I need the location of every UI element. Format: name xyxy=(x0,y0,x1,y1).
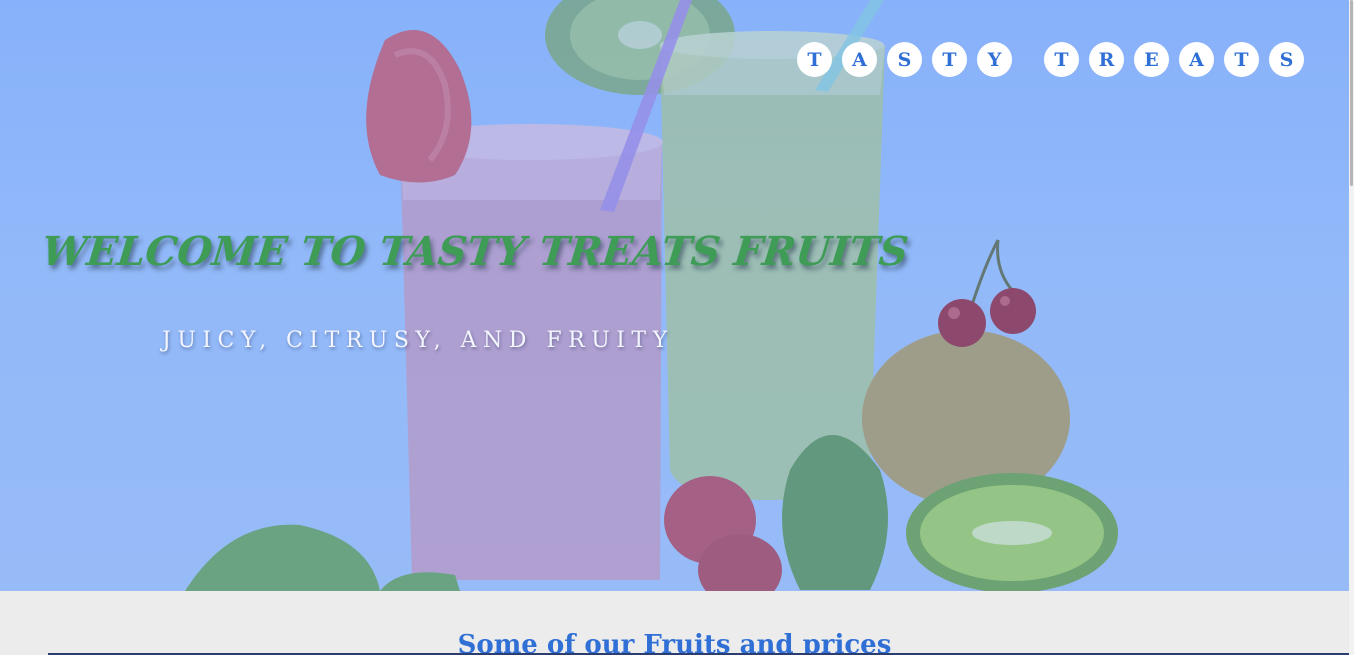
logo-letter: E xyxy=(1134,42,1169,77)
site-logo[interactable]: T A S T Y T R E A T S xyxy=(797,42,1304,77)
logo-letter: T xyxy=(932,42,967,77)
logo-letter: T xyxy=(797,42,832,77)
logo-letter: T xyxy=(1044,42,1079,77)
logo-letter: R xyxy=(1089,42,1124,77)
logo-word-gap xyxy=(1022,42,1034,77)
hero-tagline: JUICY, CITRUSY, AND FRUITY xyxy=(162,328,674,353)
scrollbar-thumb[interactable] xyxy=(1350,0,1353,186)
hero-headline: WELCOME TO TASTY TREATS FRUITS xyxy=(39,228,911,275)
page-scrollbar[interactable] xyxy=(1349,0,1354,655)
logo-letter: S xyxy=(887,42,922,77)
hero-banner: T A S T Y T R E A T S WELCOME TO TASTY T… xyxy=(0,0,1349,591)
logo-letter: S xyxy=(1269,42,1304,77)
logo-letter: A xyxy=(1179,42,1214,77)
logo-letter: Y xyxy=(977,42,1012,77)
logo-letter: A xyxy=(842,42,877,77)
section-title: Some of our Fruits and prices xyxy=(457,630,892,655)
logo-letter: T xyxy=(1224,42,1259,77)
smoothie-illustration xyxy=(0,0,1349,591)
